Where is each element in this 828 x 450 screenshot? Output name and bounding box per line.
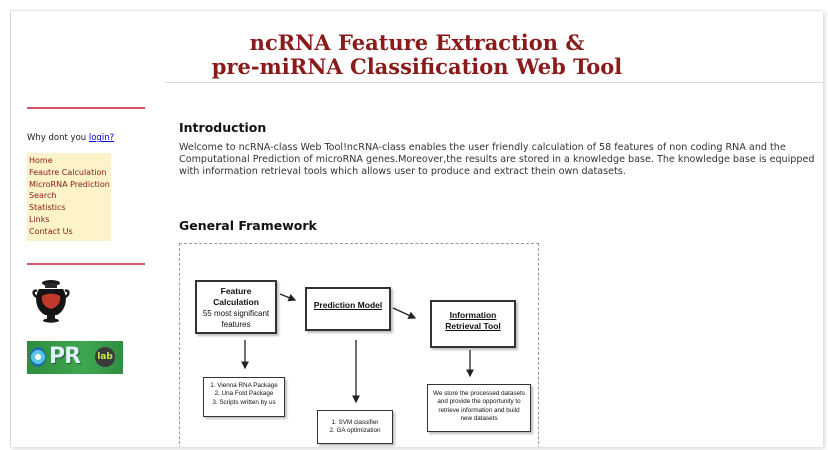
header-divider bbox=[166, 82, 823, 83]
packages-box: 1. Vienna RNA Package 2. Una Fold Packag… bbox=[203, 377, 285, 417]
sidebar-item-statistics[interactable]: Statistics bbox=[29, 202, 109, 214]
sidebar-item-home[interactable]: Home bbox=[29, 155, 109, 167]
prediction-model-title: Prediction Model bbox=[313, 300, 383, 310]
pr-logo-text: PR bbox=[49, 344, 81, 369]
store-line3: retrieve information and build bbox=[438, 406, 520, 414]
arrow-prediction-to-retrieval bbox=[392, 307, 417, 319]
arrow-feature-to-prediction bbox=[279, 293, 297, 302]
feature-calculation-title: Feature Calculation bbox=[213, 286, 259, 307]
store-datasets-box: We store the processed datasets and prov… bbox=[427, 384, 531, 432]
login-prompt-text: Why dont you bbox=[27, 133, 87, 143]
sidebar-item-links[interactable]: Links bbox=[29, 214, 109, 226]
page-frame: ncRNA Feature Extraction & pre-miRNA Cla… bbox=[10, 10, 823, 447]
svm-box: 1. SVM classifier 2. GA optimization bbox=[317, 410, 393, 444]
sidebar-item-feature-calculation[interactable]: Feautre Calculation bbox=[29, 167, 109, 179]
feature-calculation-line2: 55 most significant bbox=[202, 309, 270, 318]
intro-heading: Introduction bbox=[179, 120, 267, 135]
framework-heading: General Framework bbox=[179, 218, 317, 233]
information-retrieval-box: Information Retrieval Tool bbox=[430, 300, 516, 348]
store-line2: and provide the opportunity to bbox=[437, 398, 521, 406]
svm-line1: 1. SVM classifier bbox=[331, 419, 379, 426]
store-line4: new datasets bbox=[460, 415, 498, 423]
lab-logo-badge: lab bbox=[95, 347, 115, 367]
sidebar-item-contact-us[interactable]: Contact Us bbox=[29, 226, 109, 238]
sidebar-top-divider bbox=[27, 107, 145, 109]
intro-paragraph: Welcome to ncRNA-class Web Tool!ncRNA-cl… bbox=[179, 142, 815, 178]
packages-line3: 3. Scripts written by us bbox=[212, 398, 276, 406]
feature-calculation-box: Feature Calculation 55 most significant … bbox=[195, 280, 277, 334]
prediction-model-box: Prediction Model bbox=[305, 287, 391, 331]
framework-diagram: Feature Calculation 55 most significant … bbox=[179, 243, 539, 447]
packages-line1: 1. Vienna RNA Package bbox=[210, 382, 278, 389]
sidebar-nav: Home Feautre Calculation MicroRNA Predic… bbox=[27, 153, 111, 241]
sidebar-item-search[interactable]: Search bbox=[29, 190, 109, 202]
information-retrieval-line1: Information bbox=[449, 310, 497, 320]
site-title: ncRNA Feature Extraction & pre-miRNA Cla… bbox=[11, 31, 823, 79]
eye-icon bbox=[30, 347, 46, 367]
information-retrieval-line2: Retrieval Tool bbox=[445, 321, 501, 331]
store-line1: We store the processed datasets bbox=[433, 390, 525, 397]
site-title-line1: ncRNA Feature Extraction & bbox=[249, 30, 585, 55]
sidebar-item-microrna-prediction[interactable]: MicroRNA Prediction bbox=[29, 179, 110, 191]
feature-calculation-line3: features bbox=[221, 320, 251, 329]
site-title-line2: pre-miRNA Classification Web Tool bbox=[211, 54, 623, 79]
login-link[interactable]: login? bbox=[89, 133, 114, 143]
login-prompt: Why dont you login? bbox=[27, 133, 114, 143]
pr-lab-logo: PR lab bbox=[27, 341, 123, 374]
packages-line2: 2. Una Fold Package bbox=[214, 390, 274, 398]
greek-vase-logo bbox=[32, 280, 70, 323]
sidebar-bottom-divider bbox=[27, 263, 145, 265]
svm-line2: 2. GA optimization bbox=[329, 427, 381, 435]
